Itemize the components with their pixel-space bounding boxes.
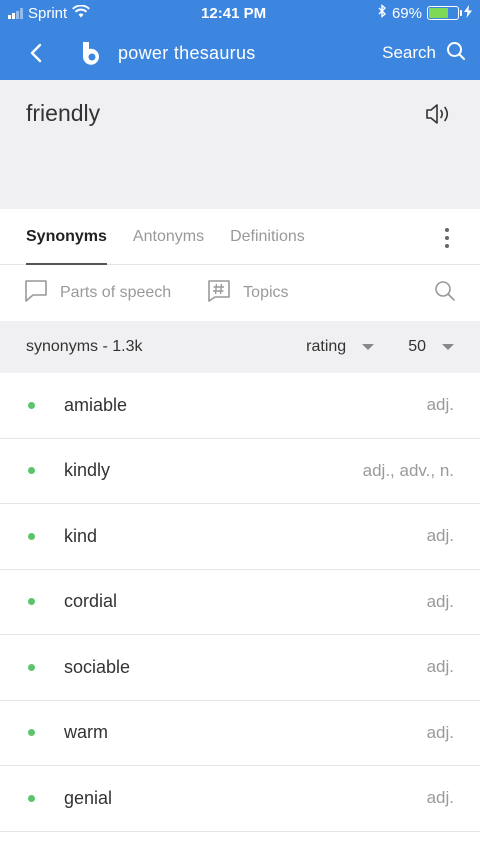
synonym-list: amiable adj. kindly adj., adv., n. kind … bbox=[0, 373, 480, 832]
synonym-word: kindly bbox=[64, 460, 111, 481]
speaker-icon[interactable] bbox=[424, 102, 454, 128]
battery-percent: 69% bbox=[391, 4, 422, 22]
more-options-icon[interactable] bbox=[444, 228, 450, 248]
rating-dot bbox=[28, 532, 35, 540]
sort-select[interactable]: rating bbox=[306, 338, 375, 356]
page-size-value: 50 bbox=[408, 338, 426, 355]
status-bar: Sprint 12:41 PM 69% bbox=[0, 0, 480, 26]
search-icon[interactable] bbox=[434, 280, 456, 307]
parts-of-speech-label: Parts of speech bbox=[60, 284, 172, 301]
header: Sprint 12:41 PM 69% power thesaurus Sear… bbox=[0, 0, 480, 80]
sort-value: rating bbox=[306, 338, 347, 355]
synonym-word: cordial bbox=[64, 591, 118, 612]
list-item[interactable]: amiable adj. bbox=[0, 373, 480, 439]
part-of-speech: adj. bbox=[426, 722, 454, 742]
rating-dot bbox=[28, 467, 35, 475]
word-panel: friendly bbox=[0, 80, 480, 209]
speech-bubble-icon bbox=[24, 279, 48, 308]
battery-icon bbox=[426, 6, 462, 20]
page-size-select[interactable]: 50 bbox=[408, 338, 454, 356]
back-icon[interactable] bbox=[22, 39, 50, 67]
synonym-word: kind bbox=[64, 525, 98, 546]
search-icon bbox=[446, 41, 466, 66]
list-item[interactable]: genial adj. bbox=[0, 766, 480, 832]
power-thesaurus-logo bbox=[78, 39, 106, 67]
tab-definitions[interactable]: Definitions bbox=[230, 209, 305, 265]
search-button[interactable]: Search bbox=[382, 41, 466, 66]
wifi-icon bbox=[72, 4, 91, 22]
query-word: friendly bbox=[26, 100, 101, 126]
rating-dot bbox=[28, 663, 35, 671]
carrier-label: Sprint bbox=[28, 4, 68, 22]
list-item[interactable]: warm adj. bbox=[0, 701, 480, 766]
synonym-word: amiable bbox=[64, 394, 128, 415]
list-item[interactable]: kind adj. bbox=[0, 504, 480, 570]
synonym-count: synonyms - 1.3k bbox=[26, 338, 143, 355]
filter-bar: Parts of speech Topics bbox=[0, 265, 480, 321]
search-label: Search bbox=[382, 43, 436, 62]
signal-icon bbox=[8, 7, 23, 19]
tab-bar: Synonyms Antonyms Definitions bbox=[0, 209, 480, 265]
synonym-word: sociable bbox=[64, 656, 131, 677]
chevron-down-icon bbox=[362, 344, 375, 350]
topics-label: Topics bbox=[243, 284, 289, 301]
part-of-speech: adj. bbox=[426, 526, 454, 546]
rating-dot bbox=[28, 729, 35, 737]
rating-dot bbox=[28, 794, 35, 802]
parts-of-speech-filter[interactable]: Parts of speech bbox=[24, 279, 171, 308]
tab-synonyms[interactable]: Synonyms bbox=[26, 209, 107, 265]
status-time: 12:41 PM bbox=[201, 4, 267, 22]
hashtag-bubble-icon bbox=[207, 279, 231, 308]
chevron-down-icon bbox=[442, 344, 454, 350]
part-of-speech: adj. bbox=[426, 395, 454, 415]
list-item[interactable]: sociable adj. bbox=[0, 635, 480, 701]
tab-antonyms[interactable]: Antonyms bbox=[133, 209, 204, 265]
brand-name: power thesaurus bbox=[118, 42, 256, 63]
part-of-speech: adj., adv., n. bbox=[362, 460, 454, 480]
charging-icon bbox=[463, 4, 472, 22]
part-of-speech: adj. bbox=[426, 788, 454, 808]
list-item[interactable]: cordial adj. bbox=[0, 570, 480, 635]
app-bar: power thesaurus Search bbox=[0, 26, 480, 80]
rating-dot bbox=[28, 401, 35, 409]
rating-dot bbox=[28, 598, 35, 606]
part-of-speech: adj. bbox=[426, 657, 454, 677]
sort-bar: synonyms - 1.3k rating 50 bbox=[0, 321, 480, 373]
bluetooth-icon bbox=[377, 4, 387, 22]
synonym-word: genial bbox=[64, 787, 113, 808]
synonym-word: warm bbox=[64, 722, 108, 743]
topics-filter[interactable]: Topics bbox=[207, 279, 289, 308]
part-of-speech: adj. bbox=[426, 591, 454, 611]
list-item[interactable]: kindly adj., adv., n. bbox=[0, 439, 480, 504]
